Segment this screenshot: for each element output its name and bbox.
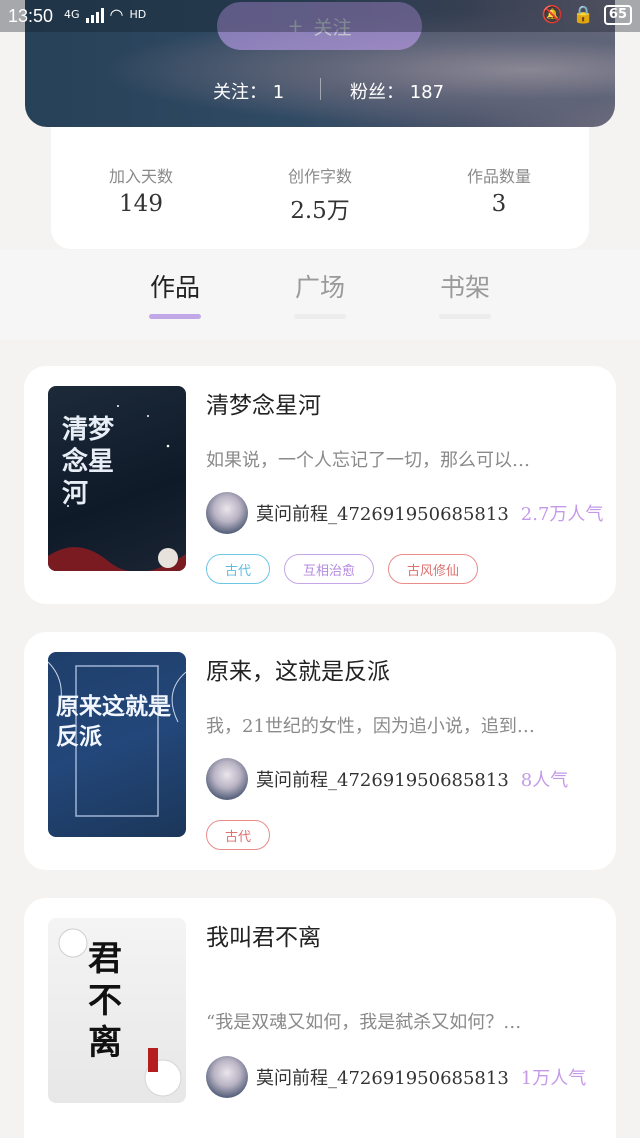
popularity: 2.7万人气 [520,504,604,525]
following-count[interactable]: 关注： 1 [213,78,284,104]
tag-list: 古代 互相治愈 古风修仙 [206,554,479,584]
book-title: 原来，这就是反派 [206,659,390,685]
book-card[interactable]: 清梦念星河 清梦念星河 如果说，一个人忘记了一切，那么可以… 莫问前程_4726… [24,366,616,604]
status-bar: 13:50 4G ◠ HD 🔕 🔒 65 [0,0,640,32]
signal-indicator: 4G ◠ HD [64,5,146,24]
stat-days: 加入天数 149 [71,163,211,217]
status-time: 13:50 [8,6,54,26]
tab-indicator [439,314,491,319]
divider [320,78,321,100]
tab-label: 作品 [149,273,200,302]
avatar[interactable] [206,758,248,800]
book-title: 我叫君不离 [206,925,321,951]
stat-label: 加入天数 [108,167,173,186]
cover-title: 君不离 [88,939,122,1063]
stat-words: 创作字数 2.5万 [250,163,390,225]
book-description: “我是双魂又如何，我是弑杀又如何？… [206,1012,522,1033]
hd-label: HD [129,8,147,21]
signal-bars-icon [85,7,104,23]
book-description: 我，21世纪的女性，因为追小说，追到… [206,716,535,737]
wifi-icon: ◠ [109,5,124,24]
stat-value: 149 [119,191,163,217]
author-row: 莫问前程_472691950685813 2.7万人气 [206,492,603,534]
author-row: 莫问前程_472691950685813 1万人气 [206,1056,586,1098]
book-description: 如果说，一个人忘记了一切，那么可以… [206,450,530,471]
tag[interactable]: 互相治愈 [284,554,375,584]
tag[interactable]: 古代 [206,820,271,850]
book-card[interactable]: 原来这就是反派 原来，这就是反派 我，21世纪的女性，因为追小说，追到… 莫问前… [24,632,616,870]
stat-works: 作品数量 3 [429,163,569,217]
tag[interactable]: 古代 [206,554,271,584]
tab-square[interactable]: 广场 [285,268,355,319]
book-cover[interactable]: 君不离 [48,918,186,1103]
tab-label: 书架 [439,273,490,302]
network-type: 4G [64,8,80,21]
cover-title: 原来这就是反派 [56,693,171,750]
cover-title: 清梦念星河 [62,415,115,509]
author-name: 莫问前程_472691950685813 [256,1068,509,1089]
battery-indicator: 65 [603,5,632,25]
tag[interactable]: 古风修仙 [388,554,479,584]
tab-label: 广场 [294,273,345,302]
stat-value: 2.5万 [290,198,350,224]
tab-works[interactable]: 作品 [140,268,210,319]
author-name: 莫问前程_472691950685813 [256,770,509,791]
tab-bookshelf[interactable]: 书架 [430,268,500,319]
mute-icon: 🔕 [541,5,563,25]
author-name: 莫问前程_472691950685813 [256,504,509,525]
popularity: 8人气 [520,770,569,791]
stats-card: 加入天数 149 创作字数 2.5万 作品数量 3 [51,127,589,249]
fans-count[interactable]: 粉丝： 187 [350,78,444,104]
lock-icon: 🔒 [572,5,594,25]
popularity: 1万人气 [520,1068,587,1089]
follow-counts: 关注： 1 粉丝： 187 [25,70,615,106]
avatar[interactable] [206,1056,248,1098]
avatar[interactable] [206,492,248,534]
stat-label: 作品数量 [466,167,531,186]
tag-list: 古代 [206,820,271,850]
book-title: 清梦念星河 [206,393,321,419]
book-card[interactable]: 君不离 我叫君不离 “我是双魂又如何，我是弑杀又如何？… 莫问前程_472691… [24,898,616,1138]
book-cover[interactable]: 原来这就是反派 [48,652,186,837]
book-cover[interactable]: 清梦念星河 [48,386,186,571]
author-row: 莫问前程_472691950685813 8人气 [206,758,568,800]
tab-bar: 作品 广场 书架 [0,250,640,340]
tab-indicator [294,314,346,319]
stat-label: 创作字数 [287,167,352,186]
tab-indicator [149,314,201,319]
stat-value: 3 [491,191,507,217]
